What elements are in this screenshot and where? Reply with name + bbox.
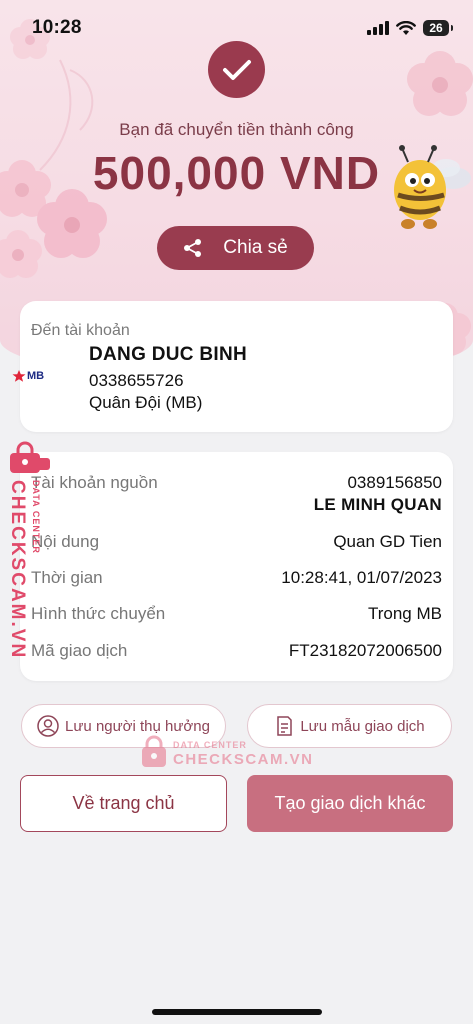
destination-label: Đến tài khoản [31,322,130,339]
wifi-icon [396,20,416,35]
time-row: Thời gian 10:28:41, 01/07/2023 [31,568,442,588]
recipient-bank: Quân Đội (MB) [89,393,203,412]
transaction-id-value: FT23182072006500 [288,641,442,660]
share-label: Chia sẻ [223,237,288,258]
method-row: Hình thức chuyển Trong MB [31,604,442,624]
transaction-id-row: Mã giao dịch FT23182072006500 [31,641,442,661]
home-indicator[interactable] [152,1009,322,1015]
watermark-side: CHECKSCAM.VN DATA CENTER [4,440,52,659]
home-button[interactable]: Về trang chủ [20,775,227,832]
mb-logo-text: MB [27,370,45,382]
recipient-account: 0338655726 [89,371,184,390]
save-beneficiary-label: Lưu người thụ hưởng [65,717,210,735]
lock-watermark-icon [10,441,50,473]
success-check-icon [208,41,265,98]
content-value: Quan GD Tien [333,532,442,551]
new-transaction-button[interactable]: Tạo giao dịch khác [247,775,453,832]
destination-card: Đến tài khoản DANG DUC BINH 0338655726 Q… [20,301,453,432]
source-account-row: Tài khoản nguồn 0389156850 [31,473,442,493]
battery-icon: 26 [423,20,453,36]
user-icon [37,715,59,737]
lock-watermark-icon [142,735,166,767]
template-icon [277,716,293,736]
status-icons: 26 [367,20,453,36]
watermark-sub: DATA CENTER [31,480,41,554]
watermark-center-brand: CHECKSCAM.VN [173,751,314,768]
share-button[interactable]: Chia sẻ [157,226,314,270]
watermark-center-sub: DATA CENTER [173,740,247,750]
recipient-name: DANG DUC BINH [89,344,248,365]
watermark-brand: CHECKSCAM.VN [7,480,28,660]
method-value: Trong MB [367,604,442,623]
content-row: Nội dung Quan GD Tien [31,532,442,552]
bee-mascot-icon [394,145,471,229]
signal-icon [367,21,389,35]
time-value: 10:28:41, 01/07/2023 [281,568,442,587]
mb-bank-logo: MB [12,370,44,382]
save-template-label: Lưu mẫu giao dịch [300,717,425,735]
success-message: Bạn đã chuyển tiền thành công [119,120,354,139]
status-time: 10:28 [32,17,82,38]
share-icon [184,239,202,257]
transaction-id-label: Mã giao dịch [31,641,128,660]
transaction-details-card: Tài khoản nguồn 0389156850 LE MINH QUAN … [20,452,453,681]
save-template-button[interactable]: Lưu mẫu giao dịch [247,704,452,748]
source-account-value: 0389156850 [347,473,442,492]
source-account-name: LE MINH QUAN [313,495,442,514]
